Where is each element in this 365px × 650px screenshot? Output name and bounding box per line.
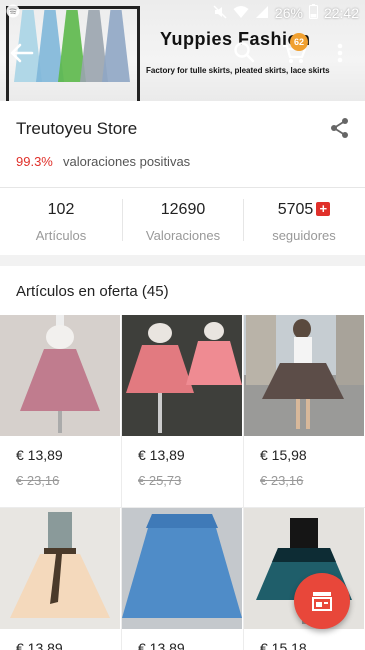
product-price: € 13,89: [16, 640, 63, 650]
follow-plus-icon[interactable]: +: [316, 202, 331, 216]
battery-icon: [308, 4, 318, 22]
product-image: [122, 315, 242, 436]
arrow-left-icon: [10, 43, 34, 63]
search-button[interactable]: [232, 40, 256, 64]
stat-label: Valoraciones: [145, 228, 221, 243]
stat-label: seguidores: [272, 228, 336, 243]
divider: [0, 187, 365, 188]
more-options-button[interactable]: [332, 40, 348, 66]
product-card[interactable]: € 13,89 € 23,16: [0, 315, 121, 507]
product-price: € 15,18: [260, 640, 307, 650]
store-info-card: Treutoyeu Store 99.3% valoraciones posit…: [0, 101, 365, 255]
stat-followers[interactable]: 5705 + seguidores: [243, 201, 365, 243]
cart-count-badge: 62: [290, 33, 308, 51]
back-button[interactable]: [8, 40, 38, 66]
signal-icon: [255, 5, 269, 22]
stat-value: 5705 +: [243, 201, 365, 219]
share-icon: [331, 118, 348, 138]
product-image: [122, 508, 242, 629]
storefront-icon: [312, 592, 332, 611]
search-icon: [234, 42, 255, 63]
product-price: € 15,98: [260, 447, 307, 463]
positive-rating-label: valoraciones positivas: [63, 154, 191, 169]
followers-count: 5705: [277, 201, 314, 218]
stat-value: 102: [47, 201, 75, 218]
store-home-fab[interactable]: [294, 573, 350, 629]
product-old-price: € 25,73: [138, 473, 182, 488]
stat-value: 12690: [160, 201, 206, 218]
wifi-icon: [233, 5, 249, 22]
product-card[interactable]: € 13,89 € 25,73: [122, 315, 243, 507]
product-old-price: € 23,16: [16, 473, 60, 488]
product-price: € 13,89: [138, 640, 185, 650]
offers-title: Artículos en oferta (45): [16, 283, 169, 300]
stat-label: Artículos: [35, 228, 87, 243]
product-price: € 13,89: [16, 447, 63, 463]
stat-articles[interactable]: 102 Artículos: [0, 201, 122, 243]
product-image: [0, 315, 120, 436]
product-old-price: € 23,16: [260, 473, 304, 488]
product-image: [244, 315, 364, 436]
spotify-icon: [6, 4, 20, 21]
product-price: € 13,89: [138, 447, 185, 463]
product-image: [0, 508, 120, 629]
product-card[interactable]: € 13,89: [0, 508, 121, 650]
store-name: Treutoyeu Store: [16, 119, 138, 138]
battery-level: 26%: [274, 5, 303, 21]
store-page: Yuppies Fashion Factory for tulle skirts…: [0, 0, 365, 650]
mute-icon: [213, 5, 227, 22]
more-vertical-icon: [337, 43, 343, 63]
clock: 22:42: [323, 5, 359, 21]
positive-rating-percent: 99.3%: [16, 154, 53, 169]
product-card[interactable]: € 15,98 € 23,16: [244, 315, 365, 507]
share-button[interactable]: [330, 117, 350, 139]
stat-ratings[interactable]: 12690 Valoraciones: [122, 201, 244, 243]
banner-subtitle: Factory for tulle skirts, pleated skirts…: [146, 66, 330, 75]
status-bar: 26% 22:42: [0, 0, 365, 24]
product-card[interactable]: € 13,89: [122, 508, 243, 650]
